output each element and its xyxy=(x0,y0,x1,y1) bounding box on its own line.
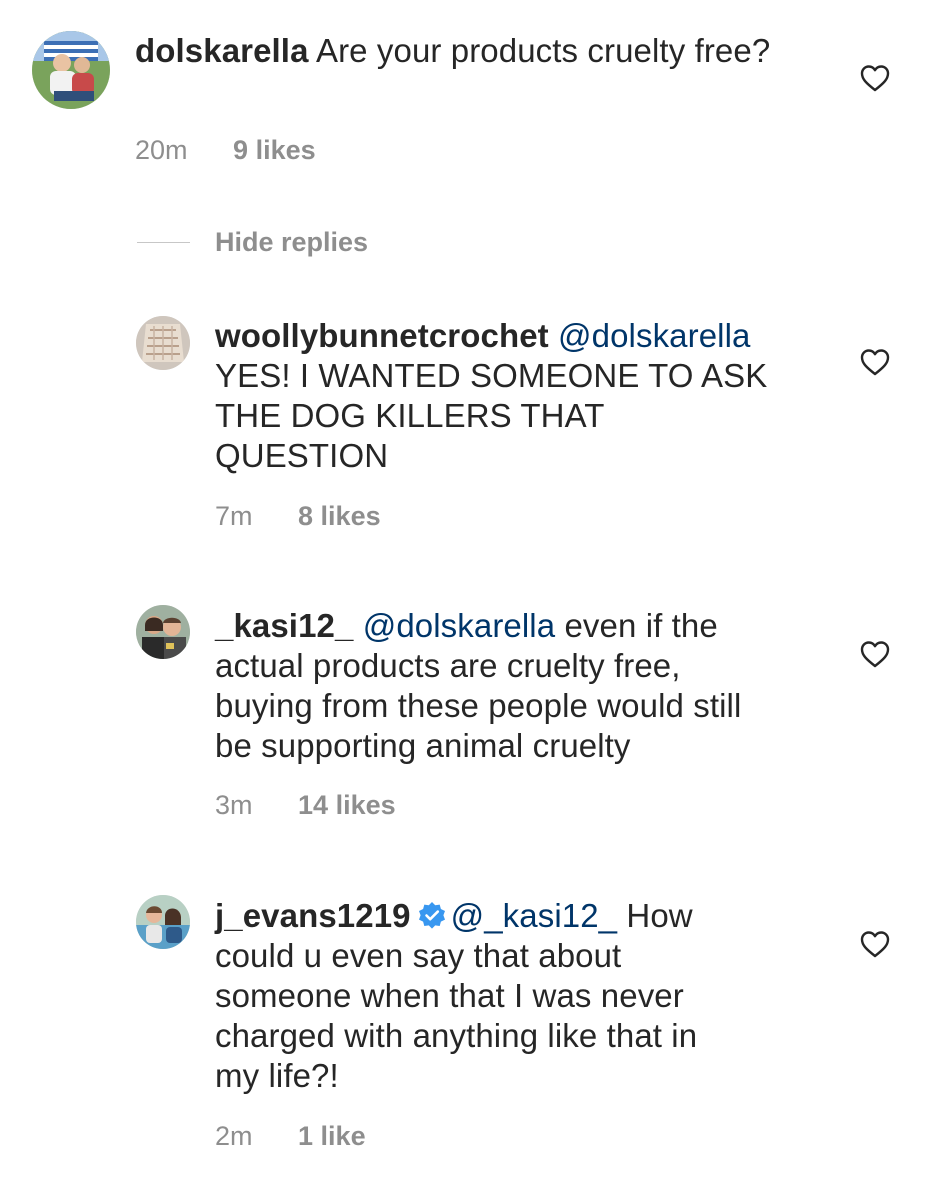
comment-body: j_evans1219 @_kasi12_ How could u even sa… xyxy=(215,896,835,1096)
comment-line: my life?! xyxy=(215,1057,339,1094)
comment-line: QUESTION xyxy=(215,437,389,474)
comment-likes[interactable]: 14 likes xyxy=(298,790,396,820)
avatar[interactable] xyxy=(136,605,190,659)
heart-outline-icon[interactable] xyxy=(860,348,890,376)
comment-meta: 20m 9 likes xyxy=(135,134,316,166)
comment-time: 7m xyxy=(215,501,253,531)
heart-outline-icon[interactable] xyxy=(860,930,890,958)
comment-likes[interactable]: 1 like xyxy=(298,1121,366,1151)
comment-body: woollybunnetcrochet @dolskarella YES! I … xyxy=(215,316,835,476)
avatar-photo xyxy=(136,605,190,659)
comment-line: buying from these people would still xyxy=(215,687,742,724)
comment-mention[interactable]: @_kasi12_ xyxy=(451,897,618,934)
hide-replies-label[interactable]: Hide replies xyxy=(215,226,368,258)
comment-time: 2m xyxy=(215,1121,253,1151)
comment-line: actual products are cruelty free, xyxy=(215,647,681,684)
comment-username[interactable]: j_evans1219 xyxy=(215,897,411,934)
comment-body: _kasi12_ @dolskarella even if the actual… xyxy=(215,606,835,766)
comment-username[interactable]: woollybunnetcrochet xyxy=(215,317,549,354)
avatar-photo xyxy=(136,895,190,949)
comment-line: someone when that I was never xyxy=(215,977,684,1014)
avatar-photo xyxy=(136,316,190,370)
comment-line: woollybunnetcrochet @dolskarella xyxy=(215,316,835,356)
heart-outline-icon[interactable] xyxy=(860,64,890,92)
comment-username[interactable]: dolskarella xyxy=(135,32,309,69)
replies-divider-line xyxy=(137,242,190,243)
comment-time: 20m xyxy=(135,135,188,165)
comment-line: _kasi12_ @dolskarella even if the xyxy=(215,606,835,646)
avatar[interactable] xyxy=(32,31,110,109)
comment-meta: 2m 1 like xyxy=(215,1120,366,1152)
comment-time: 3m xyxy=(215,790,253,820)
comment-line: YES! I WANTED SOMEONE TO ASK xyxy=(215,357,768,394)
comment-likes[interactable]: 8 likes xyxy=(298,501,381,531)
avatar[interactable] xyxy=(136,316,190,370)
avatar[interactable] xyxy=(136,895,190,949)
reply-j-evans1219: j_evans1219 @_kasi12_ How could u even sa… xyxy=(0,880,945,1180)
avatar-photo xyxy=(32,31,110,109)
heart-outline-icon[interactable] xyxy=(860,640,890,668)
reply-woollybunnetcrochet: woollybunnetcrochet @dolskarella YES! I … xyxy=(0,300,945,560)
comment-line: be supporting animal cruelty xyxy=(215,727,631,764)
verified-badge-icon xyxy=(417,901,447,931)
comment-mention[interactable]: @dolskarella xyxy=(363,607,555,644)
comment-likes[interactable]: 9 likes xyxy=(233,135,316,165)
comment-text: even if the xyxy=(564,607,718,644)
reply-kasi12: _kasi12_ @dolskarella even if the actual… xyxy=(0,590,945,850)
comment-line: j_evans1219 @_kasi12_ How xyxy=(215,896,835,936)
comment-username[interactable]: _kasi12_ xyxy=(215,607,353,644)
comment-meta: 7m 8 likes xyxy=(215,500,381,532)
comment-mention[interactable]: @dolskarella xyxy=(558,317,750,354)
comment-meta: 3m 14 likes xyxy=(215,789,396,821)
comment-text: Are your products cruelty free? xyxy=(315,32,771,69)
comment-text: How xyxy=(626,897,693,934)
comment-line: THE DOG KILLERS THAT xyxy=(215,397,605,434)
comment-line: charged with anything like that in xyxy=(215,1017,698,1054)
comment-body: dolskarella Are your products cruelty fr… xyxy=(135,31,775,71)
comment-line: could u even say that about xyxy=(215,937,622,974)
comment-dolskarella: dolskarella Are your products cruelty fr… xyxy=(0,0,945,180)
